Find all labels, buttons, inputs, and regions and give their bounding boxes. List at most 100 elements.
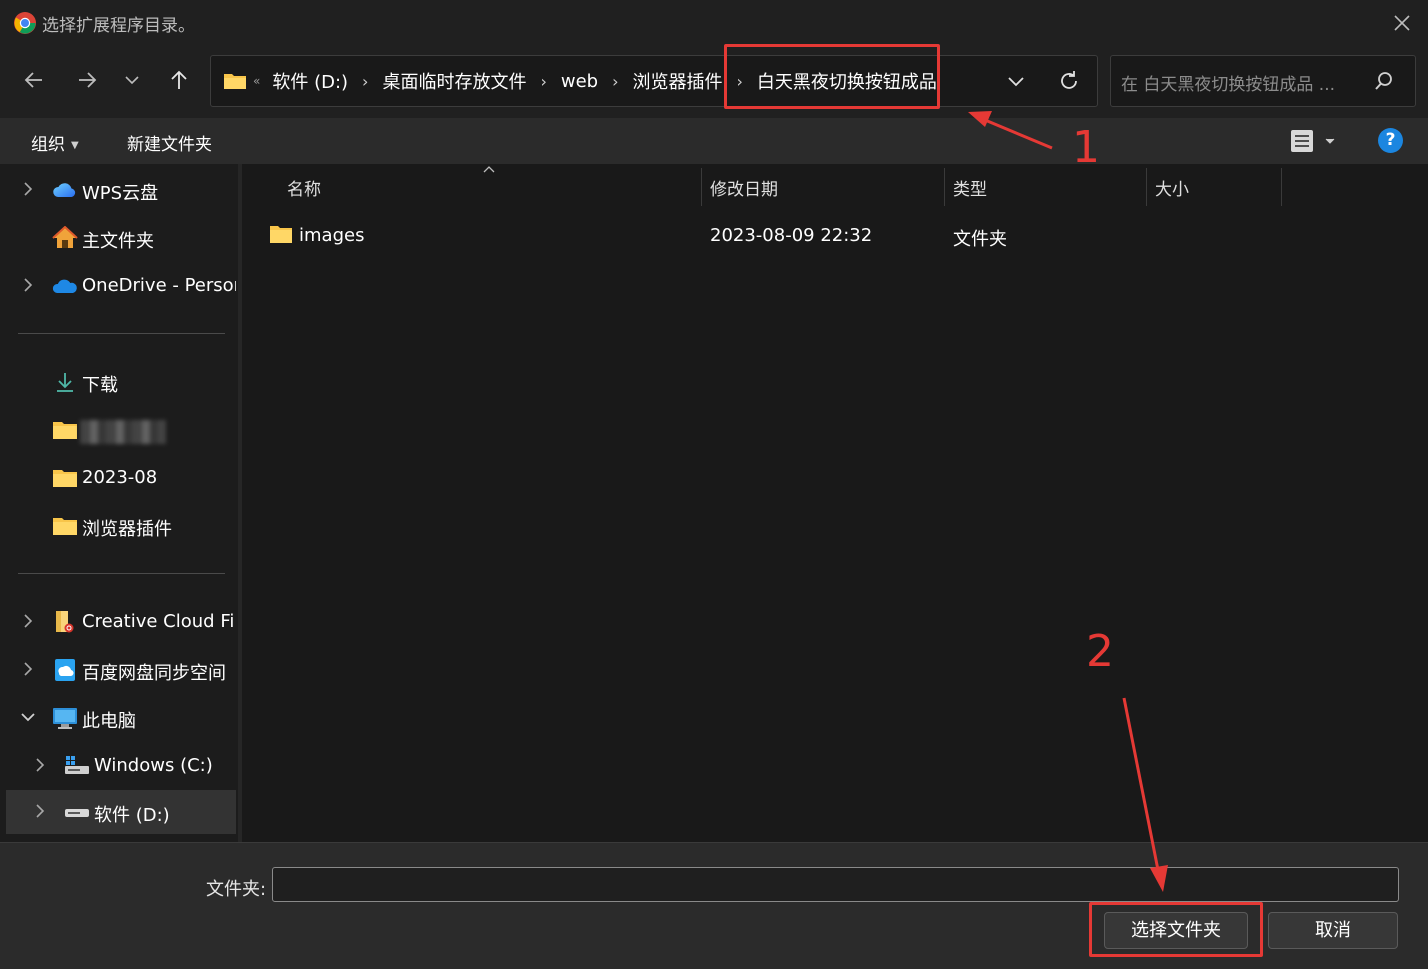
- navigation-bar: « 软件 (D:) › 桌面临时存放文件 › web › 浏览器插件 › 白天黑…: [0, 44, 1428, 118]
- sidebar-item-label: 下载: [82, 375, 118, 396]
- sidebar-item-label: 此电脑: [82, 711, 136, 732]
- column-divider[interactable]: [1281, 168, 1282, 206]
- recent-locations-button[interactable]: [114, 62, 150, 98]
- creative-cloud-icon: [56, 611, 74, 633]
- sidebar-item-2023-08[interactable]: 2023-08: [0, 456, 236, 500]
- onedrive-icon: [52, 279, 77, 293]
- folder-icon: [270, 226, 292, 243]
- redacted-text: [80, 420, 166, 444]
- annotation-box-select-button: [1089, 902, 1263, 957]
- sidebar-item-baidu-netdisk[interactable]: 百度网盘同步空间: [0, 648, 236, 692]
- chevron-right-icon[interactable]: [20, 277, 36, 293]
- breadcrumb-overflow[interactable]: «: [253, 74, 260, 88]
- sidebar-item-label: Creative Cloud Files: [82, 611, 236, 632]
- up-button[interactable]: [161, 62, 197, 98]
- caret-down-icon: ▼: [71, 139, 79, 151]
- folder-icon: [224, 74, 246, 89]
- windows-drive-icon: [65, 756, 89, 774]
- file-type: 文件夹: [953, 229, 1007, 250]
- organize-menu[interactable]: 组织 ▼: [31, 130, 79, 155]
- column-header-type[interactable]: 类型: [944, 164, 1146, 208]
- close-icon[interactable]: [1386, 8, 1418, 38]
- arrow-up-icon: [171, 70, 187, 89]
- sidebar-item-label: 软件 (D:): [94, 805, 170, 826]
- chevron-right-icon[interactable]: ›: [612, 72, 618, 91]
- back-button[interactable]: [16, 62, 52, 98]
- sidebar-item-downloads[interactable]: 下载: [0, 360, 236, 404]
- annotation-number-2: 2: [1086, 626, 1114, 677]
- table-row[interactable]: images 2023-08-09 22:32 文件夹: [260, 219, 1360, 255]
- new-folder-button[interactable]: 新建文件夹: [127, 130, 212, 155]
- sidebar-item-browser-extensions[interactable]: 浏览器插件: [0, 504, 236, 548]
- chevron-right-icon[interactable]: [32, 803, 48, 819]
- chevron-down-icon[interactable]: [20, 709, 36, 725]
- sidebar-item-label: Windows (C:): [94, 755, 213, 776]
- column-header-name[interactable]: 名称: [242, 164, 701, 208]
- sidebar-item-home[interactable]: 主文件夹: [0, 216, 236, 260]
- file-modified: 2023-08-09 22:32: [710, 225, 873, 246]
- folder-icon: [53, 518, 77, 535]
- sidebar-item-label: WPS云盘: [82, 183, 159, 204]
- annotation-number-1: 1: [1072, 122, 1100, 173]
- file-list: 名称 修改日期 类型 大小 images 2023-08-09 22:32 文件…: [242, 164, 1428, 842]
- column-header-label: 大小: [1155, 180, 1189, 200]
- computer-icon: [53, 708, 77, 729]
- breadcrumb-drive[interactable]: 软件 (D:): [270, 68, 350, 94]
- address-bar[interactable]: « 软件 (D:) › 桌面临时存放文件 › web › 浏览器插件 › 白天黑…: [210, 55, 1098, 107]
- view-options-button[interactable]: [1288, 127, 1340, 155]
- folder-field-label: 文件夹:: [206, 879, 267, 900]
- home-icon: [52, 226, 78, 248]
- forward-button[interactable]: [69, 62, 105, 98]
- help-icon[interactable]: ?: [1378, 128, 1403, 153]
- sidebar-item-creative-cloud[interactable]: Creative Cloud Files: [0, 600, 236, 644]
- breadcrumb-temp-folder[interactable]: 桌面临时存放文件: [380, 68, 528, 94]
- download-icon: [57, 373, 73, 392]
- chevron-right-icon[interactable]: [20, 181, 36, 197]
- chevron-down-icon: [125, 76, 139, 85]
- column-header-label: 名称: [287, 180, 321, 200]
- column-header-modified[interactable]: 修改日期: [701, 164, 944, 208]
- chevron-right-icon[interactable]: ›: [540, 72, 546, 91]
- chevron-right-icon[interactable]: ›: [362, 72, 368, 91]
- title-bar: 选择扩展程序目录。: [0, 0, 1428, 44]
- column-header-size[interactable]: 大小: [1146, 164, 1281, 208]
- search-input[interactable]: 在 白天黑夜切换按钮成品 ...: [1110, 55, 1416, 107]
- chrome-icon: [14, 12, 36, 34]
- chevron-right-icon[interactable]: [20, 613, 36, 629]
- sidebar-item-label: 主文件夹: [82, 231, 154, 252]
- file-name: images: [299, 225, 365, 246]
- sidebar-divider: [18, 333, 225, 334]
- sidebar-item-this-pc[interactable]: 此电脑: [0, 696, 236, 740]
- annotation-box-current-folder: [724, 44, 940, 109]
- folder-field[interactable]: [272, 867, 1399, 902]
- arrow-left-icon: [24, 72, 42, 88]
- window-title: 选择扩展程序目录。: [42, 16, 195, 36]
- search-icon[interactable]: [1373, 70, 1395, 92]
- folder-icon: [53, 422, 77, 439]
- chevron-right-icon[interactable]: [32, 757, 48, 773]
- wps-cloud-icon: [53, 183, 76, 197]
- sidebar-divider: [18, 573, 225, 574]
- chevron-right-icon[interactable]: [20, 661, 36, 677]
- refresh-icon[interactable]: [1054, 66, 1084, 96]
- chevron-down-icon[interactable]: [1001, 66, 1031, 96]
- sidebar-item-label: OneDrive - Person: [82, 275, 236, 296]
- command-bar: 组织 ▼ 新建文件夹 ?: [0, 118, 1428, 164]
- breadcrumb-extensions[interactable]: 浏览器插件: [631, 68, 725, 94]
- folder-icon: [53, 470, 77, 487]
- breadcrumb-web[interactable]: web: [559, 71, 600, 92]
- sidebar-item-drive-c[interactable]: Windows (C:): [0, 744, 236, 788]
- column-header-label: 修改日期: [710, 180, 778, 200]
- sidebar-item-wps-cloud[interactable]: WPS云盘: [0, 168, 236, 212]
- sidebar-item-onedrive[interactable]: OneDrive - Person: [0, 264, 236, 308]
- sidebar-item-label: 百度网盘同步空间: [82, 663, 226, 684]
- sidebar-item-label: 浏览器插件: [82, 519, 172, 540]
- navigation-pane: WPS云盘 主文件夹 OneDrive - Person 下载 2023-08 …: [0, 164, 240, 842]
- arrow-right-icon: [79, 72, 97, 88]
- organize-label: 组织: [31, 135, 65, 155]
- baidu-netdisk-icon: [55, 659, 75, 681]
- cancel-button[interactable]: 取消: [1268, 912, 1398, 949]
- column-header-label: 类型: [953, 180, 987, 200]
- search-placeholder: 在 白天黑夜切换按钮成品 ...: [1121, 75, 1336, 95]
- sidebar-item-drive-d[interactable]: 软件 (D:): [6, 790, 236, 834]
